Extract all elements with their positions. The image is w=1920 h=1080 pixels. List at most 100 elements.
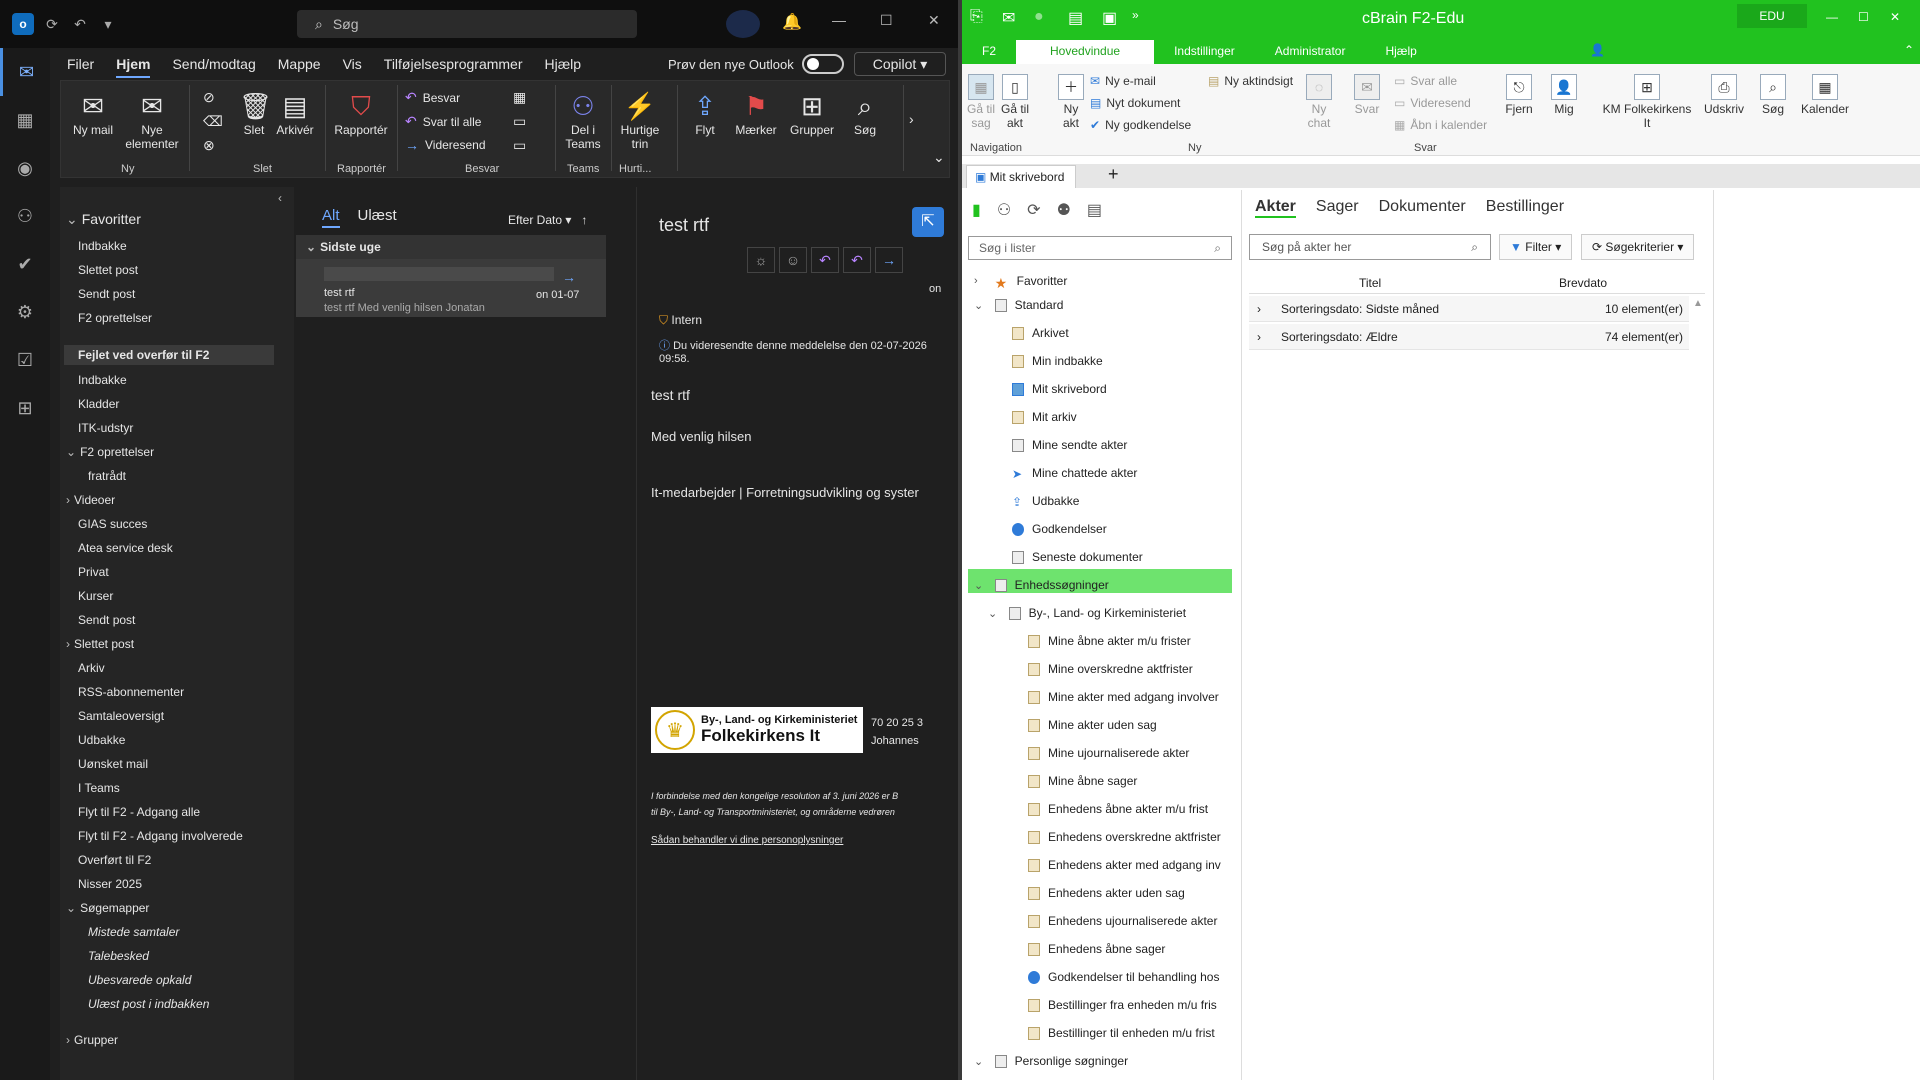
maximize-icon[interactable]: ☐ (1858, 10, 1869, 24)
chat-icon[interactable]: ● (1034, 8, 1044, 26)
menu-filer[interactable]: Filer (56, 48, 105, 80)
reply-all-button[interactable]: ↶ Svar til alle (405, 113, 481, 130)
calendar-button[interactable]: ▦ Kalender (1798, 74, 1852, 116)
junk-button[interactable]: ⊗ (203, 137, 221, 154)
folder-item[interactable]: ITK-udstyr (78, 421, 133, 435)
folder-item[interactable]: Uønsket mail (78, 757, 148, 771)
folder-item[interactable]: I Teams (78, 781, 120, 795)
tree-item[interactable]: Min indbakke (1012, 354, 1103, 368)
tree-item[interactable]: ➤ Mine chattede akter (1012, 466, 1137, 481)
sort-dropdown[interactable]: Efter Dato ▾ ↑ (508, 213, 587, 227)
tab-akter[interactable]: Akter (1255, 198, 1296, 218)
folder-item[interactable]: Indbakke (78, 373, 127, 387)
new-items-button[interactable]: ✉ Nye elementer (123, 89, 181, 151)
documents-icon[interactable]: ▮ (972, 200, 981, 220)
copilot-nav-icon[interactable]: ◉ (0, 144, 50, 192)
mail-nav-icon[interactable]: ✉ (0, 48, 50, 96)
folder-item[interactable]: Kladder (78, 397, 119, 411)
tags-button[interactable]: ⚑ Mærker (733, 89, 779, 137)
tree-item[interactable]: Mine overskredne aktfrister (1028, 662, 1193, 676)
folder-item[interactable]: ⌄ F2 oprettelser (66, 445, 154, 459)
groups-button[interactable]: ⊞ Grupper (787, 89, 837, 137)
reply-all-icon[interactable]: ↶ (843, 247, 871, 273)
privacy-link[interactable]: Sådan behandler vi dine personoplysninge… (651, 835, 843, 846)
tree-item[interactable]: Mine ujournaliserede akter (1028, 746, 1189, 760)
tree-item[interactable]: Mine akter uden sag (1028, 718, 1157, 732)
collapse-pane-icon[interactable]: ‹ (278, 191, 282, 205)
table-row[interactable]: › Sorteringsdato: Sidste måned 10 elemen… (1249, 296, 1689, 322)
reply-icon[interactable]: ↶ (811, 247, 839, 273)
people-nav-icon[interactable]: ⚇ (0, 192, 50, 240)
tree-item[interactable]: Mine åbne akter m/u frister (1028, 634, 1191, 648)
menu-send-modtag[interactable]: Send/modtag (161, 48, 266, 80)
column-date[interactable]: Brevdato (1559, 276, 1607, 290)
f2-icon[interactable]: ▣ (1102, 8, 1117, 28)
sync-icon[interactable]: ⟳ (38, 10, 66, 38)
menu-hjem[interactable]: Hjem (105, 48, 161, 80)
brightness-icon[interactable]: ☼ (747, 247, 775, 273)
folder-item[interactable]: Flyt til F2 - Adgang alle (78, 805, 200, 819)
add-tab-button[interactable]: + (1108, 164, 1119, 185)
folder-item[interactable]: Slettet post (78, 263, 138, 277)
tab-all[interactable]: Alt (322, 207, 340, 228)
tab-administrator[interactable]: Administrator (1255, 40, 1366, 64)
tree-item[interactable]: Enhedens ujournaliserede akter (1028, 914, 1217, 928)
tree-item[interactable]: Mit arkiv (1012, 410, 1077, 424)
tree-item[interactable]: Arkivet (1012, 326, 1069, 340)
report-button[interactable]: ⛉ Rapportér (333, 89, 389, 137)
scroll-up-icon[interactable]: ▲ (1693, 298, 1703, 309)
popout-button[interactable]: ⇱ (912, 207, 944, 237)
ribbon-more-button[interactable]: › (909, 111, 920, 127)
tree-item[interactable]: Godkendelser (1012, 522, 1107, 536)
tree-item[interactable]: ⌄ Personlige søgninger (974, 1054, 1128, 1068)
new-chat-button[interactable]: ◌ Ny chat (1304, 74, 1334, 130)
folder-item[interactable]: Kurser (78, 589, 113, 603)
folder-item[interactable]: Talebesked (88, 949, 149, 963)
remove-button[interactable]: ⎋ Fjern (1502, 74, 1536, 116)
folder-item[interactable]: › Videoer (66, 493, 115, 507)
ribbon-collapse-button[interactable]: ⌄ (933, 149, 951, 166)
folder-item[interactable]: Sendt post (78, 287, 135, 301)
new-document-button[interactable]: ▤ Nyt dokument (1090, 96, 1180, 110)
mail-icon[interactable]: ✉ (1002, 8, 1015, 28)
collapse-ribbon-icon[interactable]: ⌃ (1904, 43, 1914, 57)
archive-button[interactable]: ▤ Arkivér (273, 89, 317, 137)
forward-button[interactable]: ▭ Videresend (1394, 96, 1471, 110)
tree-item[interactable]: Mine sendte akter (1012, 438, 1127, 452)
emoji-icon[interactable]: ☺ (779, 247, 807, 273)
org-nav-icon[interactable]: ⚙ (0, 288, 50, 336)
files-icon[interactable]: ▤ (1087, 200, 1102, 220)
folder-item[interactable]: ⌄ Søgemapper (66, 901, 149, 915)
copilot-button[interactable]: Copilot ▾ (854, 52, 946, 76)
folder-item[interactable]: Ubesvarede opkald (88, 973, 191, 987)
menu-tilfoejelser[interactable]: Tilføjelsesprogrammer (373, 48, 534, 80)
chevron-right-icon[interactable]: › (1257, 302, 1261, 316)
menu-hjaelp[interactable]: Hjælp (534, 48, 593, 80)
tasks-nav-icon[interactable]: ☑ (0, 336, 50, 384)
goto-act-button[interactable]: ▯ Gå til akt (998, 74, 1032, 130)
folder-item[interactable]: Nisser 2025 (78, 877, 142, 891)
column-title[interactable]: Titel (1359, 276, 1381, 290)
tree-item[interactable]: Bestillinger til enheden m/u frist (1028, 1026, 1215, 1040)
tab-indstillinger[interactable]: Indstillinger (1154, 40, 1255, 64)
calendar-nav-icon[interactable]: ▦ (0, 96, 50, 144)
search-button[interactable]: ⌕ Søg (1758, 74, 1788, 116)
folder-item[interactable]: › Grupper (66, 1033, 118, 1047)
folder-item[interactable]: ⌄ Favoritter (66, 211, 141, 228)
new-act-button[interactable]: ＋ Ny akt (1056, 74, 1086, 130)
goto-case-button[interactable]: ▦ Gå til sag (966, 74, 996, 130)
undo-icon[interactable]: ↶ (66, 10, 94, 38)
search-box[interactable]: ⌕ Søg (297, 10, 637, 38)
new-access-request-button[interactable]: ▤ Ny aktindsigt (1208, 74, 1293, 88)
more-respond-button[interactable]: ▭ (513, 137, 532, 154)
folder-item[interactable]: Mistede samtaler (88, 925, 179, 939)
toggle-switch[interactable] (801, 54, 844, 74)
tab-dokumenter[interactable]: Dokumenter (1379, 198, 1466, 218)
folder-item[interactable]: Ulæst post i indbakken (88, 997, 209, 1011)
tree-item[interactable]: Enhedens overskredne aktfrister (1028, 830, 1221, 844)
tree-item[interactable]: Enhedens åbne sager (1028, 942, 1165, 956)
folder-item[interactable]: Indbakke (78, 239, 127, 253)
close-icon[interactable]: ✕ (1890, 10, 1900, 24)
tree-item[interactable]: Enhedens akter uden sag (1028, 886, 1185, 900)
km-button[interactable]: ⊞ KM Folkekirkens It (1602, 74, 1692, 130)
